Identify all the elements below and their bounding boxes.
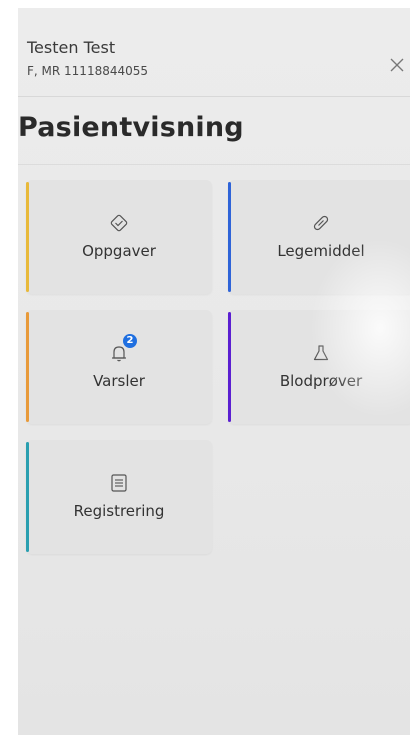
patient-view-screen: Testen Test F, MR 11118844055 Pasientvis… bbox=[18, 8, 410, 735]
tile-label: Blodprøver bbox=[279, 372, 363, 390]
flask-icon bbox=[313, 345, 329, 361]
task-check-icon bbox=[110, 214, 128, 232]
close-icon bbox=[390, 58, 404, 72]
tile-legemiddel[interactable]: Legemiddel bbox=[228, 180, 410, 294]
tile-stripe bbox=[26, 182, 29, 292]
page-title: Pasientvisning bbox=[18, 112, 244, 143]
close-button[interactable] bbox=[386, 54, 408, 76]
title-divider bbox=[18, 164, 410, 165]
tile-label: Varsler bbox=[93, 372, 145, 390]
tile-label: Oppgaver bbox=[82, 242, 156, 260]
tile-registrering[interactable]: Registrering bbox=[26, 440, 212, 554]
tile-stripe bbox=[26, 312, 29, 422]
tile-oppgaver[interactable]: Oppgaver bbox=[26, 180, 212, 294]
pill-icon bbox=[313, 215, 329, 231]
tile-varsler[interactable]: 2 Varsler bbox=[26, 310, 212, 424]
notification-badge: 2 bbox=[123, 334, 137, 348]
patient-header: Testen Test F, MR 11118844055 bbox=[18, 8, 410, 94]
tile-label: Legemiddel bbox=[277, 242, 365, 260]
tile-stripe bbox=[228, 312, 231, 422]
tile-stripe bbox=[228, 182, 231, 292]
tile-blodprover[interactable]: Blodprøver bbox=[228, 310, 410, 424]
tile-label: Registrering bbox=[73, 502, 165, 520]
tile-stripe bbox=[26, 442, 29, 552]
patient-name: Testen Test bbox=[27, 38, 116, 57]
patient-meta: F, MR 11118844055 bbox=[27, 64, 149, 78]
document-icon bbox=[111, 474, 127, 492]
header-divider bbox=[18, 96, 410, 97]
